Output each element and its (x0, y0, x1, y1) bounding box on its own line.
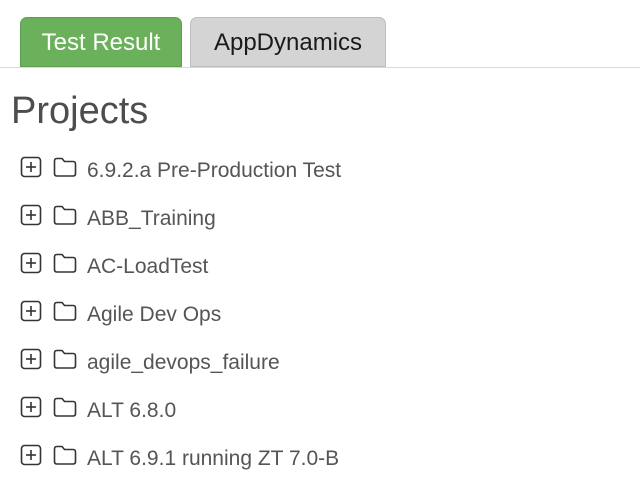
folder-icon (53, 253, 77, 273)
project-name[interactable]: ALT 6.9.1 running ZT 7.0-B (87, 445, 339, 473)
expand-plus-icon[interactable] (20, 156, 42, 178)
tab-bar: Test Result AppDynamics (0, 0, 640, 68)
project-row: AC-LoadTest (0, 244, 640, 292)
expand-plus-icon[interactable] (20, 252, 42, 274)
project-row: ALT 6.8.0 (0, 388, 640, 436)
folder-icon (53, 349, 77, 369)
project-name[interactable]: AC-LoadTest (87, 253, 208, 281)
project-tree: 6.9.2.a Pre-Production Test ABB_Training… (0, 148, 640, 484)
expand-plus-icon[interactable] (20, 204, 42, 226)
project-row: agile_devops_failure (0, 340, 640, 388)
expand-plus-icon[interactable] (20, 300, 42, 322)
tab-appdynamics[interactable]: AppDynamics (190, 17, 386, 67)
project-row: Agile Dev Ops (0, 292, 640, 340)
folder-icon (53, 445, 77, 465)
folder-icon (53, 397, 77, 417)
folder-icon (53, 301, 77, 321)
project-name[interactable]: ALT 6.8.0 (87, 397, 176, 425)
project-name[interactable]: agile_devops_failure (87, 349, 280, 377)
expand-plus-icon[interactable] (20, 348, 42, 370)
expand-plus-icon[interactable] (20, 444, 42, 466)
project-name[interactable]: Agile Dev Ops (87, 301, 221, 329)
folder-icon (53, 205, 77, 225)
page-title: Projects (11, 90, 149, 132)
project-name[interactable]: ABB_Training (87, 205, 216, 233)
expand-plus-icon[interactable] (20, 396, 42, 418)
project-row: 6.9.2.a Pre-Production Test (0, 148, 640, 196)
project-row: ALT 6.9.1 running ZT 7.0-B (0, 436, 640, 484)
tab-test-result[interactable]: Test Result (20, 17, 182, 67)
folder-icon (53, 157, 77, 177)
project-name[interactable]: 6.9.2.a Pre-Production Test (87, 157, 341, 185)
project-row: ABB_Training (0, 196, 640, 244)
